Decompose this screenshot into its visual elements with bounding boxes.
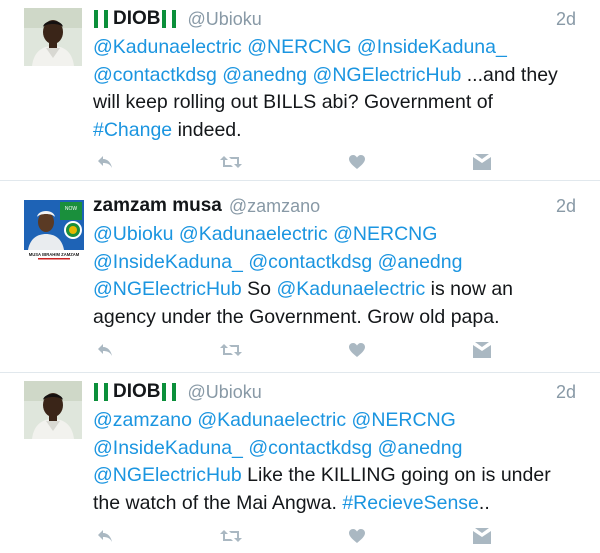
direct-message-icon[interactable] — [470, 340, 494, 360]
tweet-header: zamzam musa @zamzano 2d — [93, 191, 576, 221]
mention-link[interactable]: @NGElectricHub — [93, 464, 242, 486]
timestamp[interactable]: 2d — [556, 9, 576, 30]
tweet-actions — [93, 152, 576, 172]
mention-link[interactable]: @InsideKaduna_ @contactkdsg @anedng — [93, 251, 462, 273]
tweet-text-segment: is now an — [425, 278, 514, 300]
nigeria-flag-icon — [94, 10, 102, 28]
mention-link[interactable]: @InsideKaduna_ @contactkdsg @anedng — [93, 437, 462, 459]
direct-message-icon[interactable] — [470, 152, 494, 172]
reply-icon[interactable] — [93, 152, 117, 172]
tweet-text-line: @NGElectricHub So @Kadunaelectric is now… — [93, 276, 583, 304]
tweet-text-segment: agency under the Government. Grow old pa… — [93, 305, 500, 328]
tweet-text-segment: will keep rolling out BILLS abi? Governm… — [93, 91, 493, 113]
user-handle[interactable]: @Ubioku — [188, 382, 262, 403]
reply-icon[interactable] — [93, 526, 117, 546]
tweet[interactable]: DIOB @Ubioku 2d @zamzano @Kadunaelectric… — [0, 373, 600, 553]
avatar-caption: MUSA IBRAHIM ZAMZAM — [29, 252, 80, 257]
nigeria-flag-icon — [104, 383, 112, 401]
tweet-header: DIOB @Ubioku 2d — [93, 377, 576, 407]
nigeria-flag-icon — [171, 383, 180, 401]
tweet-text-segment: the watch of the Mai Angwa. — [93, 491, 343, 514]
mention-link[interactable]: @Ubioku @Kadunaelectric @NERCNG — [93, 223, 437, 245]
direct-message-icon[interactable] — [470, 526, 494, 546]
tweet[interactable]: DIOB @Ubioku 2d @Kadunaelectric @NERCNG … — [0, 0, 600, 181]
tweet-text-line: @InsideKaduna_ @contactkdsg @anedng — [93, 435, 583, 463]
avatar[interactable] — [24, 381, 82, 439]
hashtag-link[interactable]: #Change — [93, 119, 172, 141]
tweet-text-line: @Ubioku @Kadunaelectric @NERCNG — [93, 221, 583, 249]
nigeria-flag-icon — [171, 10, 180, 28]
display-name: DIOB — [113, 8, 161, 29]
hashtag-link[interactable]: #RecieveSense — [342, 492, 479, 514]
tweet-actions — [93, 526, 576, 546]
mention-link[interactable]: @contactkdsg @anedng @NGElectricHub — [93, 64, 461, 86]
tweet-text-segment: ...and they — [461, 63, 558, 86]
display-name: zamzam musa — [93, 195, 222, 216]
tweet-actions — [93, 340, 576, 360]
tweet-text-line: @contactkdsg @anedng @NGElectricHub ...a… — [93, 62, 583, 90]
user-name[interactable]: zamzam musa — [93, 195, 222, 217]
tweet-text-segment: indeed. — [172, 118, 242, 141]
mention-link[interactable]: @Kadunaelectric @NERCNG @InsideKaduna_ — [93, 36, 507, 58]
tweet-text-line: @Kadunaelectric @NERCNG @InsideKaduna_ — [93, 34, 583, 62]
retweet-icon[interactable] — [219, 340, 243, 360]
reply-icon[interactable] — [93, 340, 117, 360]
tweet-text-line: will keep rolling out BILLS abi? Governm… — [93, 89, 583, 117]
heart-icon[interactable] — [345, 340, 369, 360]
avatar[interactable] — [24, 8, 82, 66]
avatar[interactable]: NOW MUSA IBRAHIM ZAMZAM — [24, 200, 84, 262]
heart-icon[interactable] — [345, 152, 369, 172]
tweet[interactable]: NOW MUSA IBRAHIM ZAMZAM zamzam musa @zam… — [0, 181, 600, 373]
nigeria-flag-icon — [161, 10, 170, 28]
tweet-text-line: agency under the Government. Grow old pa… — [93, 304, 583, 332]
nigeria-flag-icon — [104, 10, 112, 28]
retweet-icon[interactable] — [219, 526, 243, 546]
tweet-text-line: @NGElectricHub Like the KILLING going on… — [93, 462, 583, 490]
display-name: DIOB — [113, 381, 161, 402]
timestamp[interactable]: 2d — [556, 196, 576, 217]
heart-icon[interactable] — [345, 526, 369, 546]
timestamp[interactable]: 2d — [556, 382, 576, 403]
tweet-text-line: the watch of the Mai Angwa. #RecieveSens… — [93, 490, 583, 518]
user-handle[interactable]: @Ubioku — [188, 9, 262, 30]
mention-link[interactable]: @zamzano @Kadunaelectric @NERCNG — [93, 409, 456, 431]
tweet-text: @Ubioku @Kadunaelectric @NERCNG @InsideKa… — [93, 221, 583, 331]
tweet-feed: DIOB @Ubioku 2d @Kadunaelectric @NERCNG … — [0, 0, 600, 553]
mention-link[interactable]: @Kadunaelectric — [276, 278, 425, 300]
tweet-text-line: @InsideKaduna_ @contactkdsg @anedng — [93, 249, 583, 277]
user-name[interactable]: DIOB — [93, 381, 181, 403]
tweet-text: @zamzano @Kadunaelectric @NERCNG @InsideK… — [93, 407, 583, 517]
tweet-text-segment: So — [241, 278, 277, 300]
nigeria-flag-icon — [161, 383, 170, 401]
mention-link[interactable]: @NGElectricHub — [93, 278, 242, 300]
avatar-badge-text: NOW — [65, 206, 78, 212]
user-handle[interactable]: @zamzano — [229, 196, 320, 217]
tweet-text-segment: .. — [478, 491, 490, 514]
tweet-header: DIOB @Ubioku 2d — [93, 4, 576, 34]
tweet-text: @Kadunaelectric @NERCNG @InsideKaduna_ @c… — [93, 34, 583, 144]
tweet-text-line: @zamzano @Kadunaelectric @NERCNG — [93, 407, 583, 435]
tweet-text-line: #Change indeed. — [93, 117, 583, 145]
tweet-text-segment: Like the KILLING going on is under — [241, 464, 551, 486]
retweet-icon[interactable] — [219, 152, 243, 172]
nigeria-flag-icon — [94, 383, 102, 401]
user-name[interactable]: DIOB — [93, 8, 181, 30]
